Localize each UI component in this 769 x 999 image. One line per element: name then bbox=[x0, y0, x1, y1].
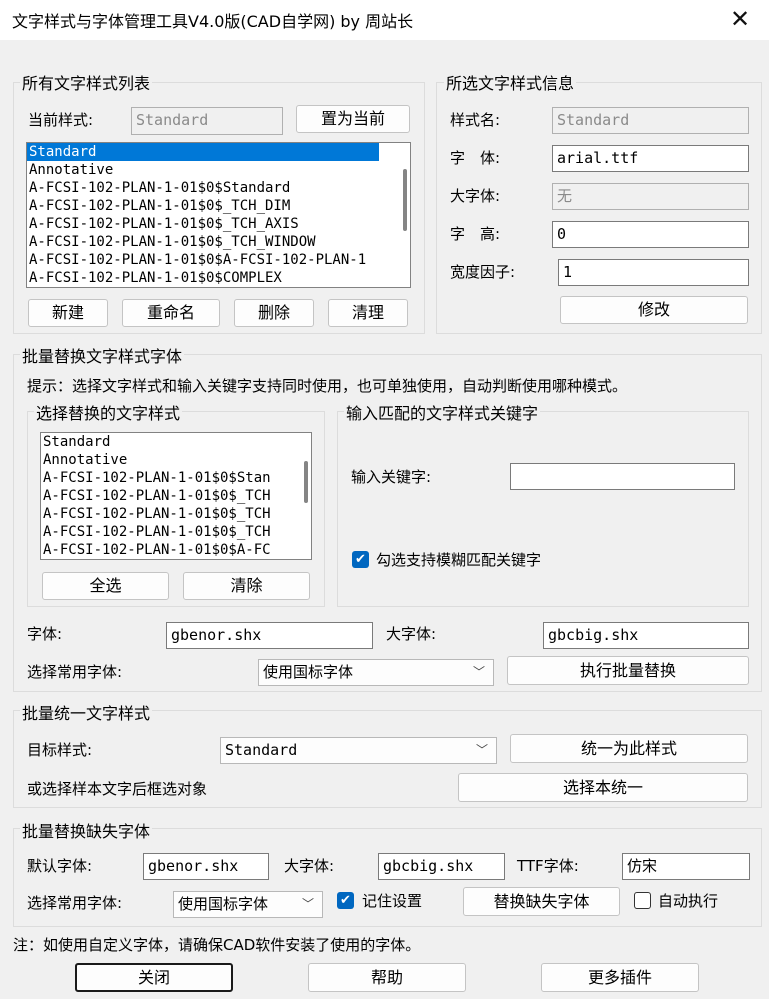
auto-execute-label: 自动执行 bbox=[658, 892, 719, 910]
purge-styles-button[interactable]: 清理 bbox=[328, 299, 408, 327]
chevron-down-icon: ﹀ bbox=[301, 897, 314, 911]
list-item[interactable]: A-FCSI-102-PLAN-1-01$0$A-FCSI-102-PLAN-1 bbox=[27, 251, 384, 269]
list-item[interactable]: A-FCSI-102-PLAN-1-01$0$_TCH_DIM bbox=[27, 197, 379, 215]
set-current-button[interactable]: 置为当前 bbox=[296, 105, 410, 133]
new-style-button[interactable]: 新建 bbox=[28, 299, 108, 327]
list-item[interactable]: A-FCSI-102-PLAN-1-01$0$COMPLEX bbox=[27, 269, 384, 287]
keyword-input[interactable] bbox=[510, 463, 735, 490]
auto-execute-checkbox[interactable] bbox=[634, 892, 651, 909]
close-button[interactable]: 关闭 bbox=[75, 963, 233, 992]
remember-settings-checkbox[interactable]: ✔ bbox=[337, 892, 354, 909]
width-factor-field[interactable]: 1 bbox=[558, 259, 749, 286]
replace-missing-font-button[interactable]: 替换缺失字体 bbox=[463, 887, 620, 916]
help-button[interactable]: 帮助 bbox=[308, 963, 466, 992]
list-item[interactable]: A-FCSI-102-PLAN-1-01$0$_TCH bbox=[41, 487, 287, 505]
remember-settings-label: 记住设置 bbox=[362, 892, 423, 910]
default-font-field[interactable]: gbenor.shx bbox=[143, 853, 269, 880]
batch-replace-hint: 提示：选择文字样式和输入关键字支持同时使用，也可单独使用，自动判断使用哪种模式。 bbox=[27, 377, 628, 395]
keyword-label: 输入关键字: bbox=[351, 468, 432, 486]
bigfont-field: 无 bbox=[552, 183, 749, 210]
or-select-sample-label: 或选择样本文字后框选对象 bbox=[27, 780, 208, 798]
ttf-font-field[interactable]: 仿宋 bbox=[622, 853, 750, 880]
missing-bigfont-label: 大字体: bbox=[284, 857, 335, 875]
font-field[interactable]: arial.ttf bbox=[552, 145, 749, 172]
fuzzy-match-label: 勾选支持模糊匹配关键字 bbox=[376, 551, 542, 569]
list-item[interactable]: A-FCSI-102-PLAN-1-01$0$Stan bbox=[41, 469, 287, 487]
target-style-dropdown[interactable]: Standard ﹀ bbox=[220, 737, 497, 764]
list-item[interactable]: Standard bbox=[27, 143, 379, 161]
list-item[interactable]: Standard bbox=[41, 433, 287, 451]
keyword-group bbox=[337, 411, 749, 607]
height-label: 字 高: bbox=[450, 225, 501, 243]
default-font-label: 默认字体: bbox=[27, 857, 93, 875]
listbox-scrollbar[interactable] bbox=[304, 461, 308, 503]
clear-selection-button[interactable]: 清除 bbox=[183, 572, 310, 600]
fuzzy-match-checkbox[interactable]: ✔ bbox=[352, 551, 369, 568]
delete-style-button[interactable]: 删除 bbox=[234, 299, 314, 327]
select-styles-group-label: 选择替换的文字样式 bbox=[34, 400, 183, 424]
current-style-field: Standard bbox=[131, 107, 283, 135]
select-all-button[interactable]: 全选 bbox=[42, 572, 169, 600]
footer-note: 注：如使用自定义字体，请确保CAD软件安装了使用的字体。 bbox=[13, 936, 421, 954]
target-style-label: 目标样式: bbox=[27, 741, 93, 759]
replace-bigfont-label: 大字体: bbox=[386, 625, 437, 643]
all-styles-group-label: 所有文字样式列表 bbox=[20, 70, 153, 94]
missing-common-font-label: 选择常用字体: bbox=[27, 894, 123, 912]
list-item[interactable]: Annotative bbox=[27, 161, 379, 179]
modify-button[interactable]: 修改 bbox=[560, 296, 748, 324]
replace-font-label: 字体: bbox=[27, 625, 63, 643]
list-item[interactable]: A-FCSI-102-PLAN-1-01$0$_TCH_WINDOW bbox=[27, 233, 379, 251]
missing-bigfont-field[interactable]: gbcbig.shx bbox=[378, 853, 505, 880]
height-field[interactable]: 0 bbox=[552, 221, 749, 248]
window-title: 文字样式与字体管理工具V4.0版(CAD自学网) by 周站长 bbox=[12, 12, 414, 31]
common-font-dropdown[interactable]: 使用国标字体 ﹀ bbox=[258, 659, 494, 686]
list-item[interactable]: A-FCSI-102-PLAN-1-01$0$Standard bbox=[27, 179, 379, 197]
list-item[interactable]: A-FCSI-102-PLAN-1-01$0$_TCH bbox=[41, 523, 287, 541]
replace-styles-listbox[interactable]: Standard Annotative A-FCSI-102-PLAN-1-01… bbox=[40, 432, 312, 560]
list-item[interactable]: A-FCSI-102-PLAN-1-01$0$A-FC bbox=[41, 541, 287, 559]
bigfont-label: 大字体: bbox=[450, 187, 501, 205]
chevron-down-icon: ﹀ bbox=[475, 743, 488, 757]
replace-bigfont-field[interactable]: gbcbig.shx bbox=[543, 622, 749, 649]
list-item[interactable]: Annotative bbox=[41, 451, 287, 469]
current-style-label: 当前样式: bbox=[28, 111, 94, 129]
more-plugins-button[interactable]: 更多插件 bbox=[541, 963, 699, 992]
list-item[interactable]: A-FCSI-102-PLAN-1-01$0$_TCH_AXIS bbox=[27, 215, 379, 233]
rename-style-button[interactable]: 重命名 bbox=[122, 299, 220, 327]
list-item[interactable]: A-FCSI-102-PLAN-1-01$0$_TCH bbox=[41, 505, 287, 523]
close-icon[interactable]: ✕ bbox=[725, 4, 755, 34]
listbox-scrollbar[interactable] bbox=[403, 169, 407, 231]
unify-group-label: 批量统一文字样式 bbox=[20, 700, 153, 724]
ttf-font-label: TTF字体: bbox=[517, 857, 579, 875]
execute-batch-replace-button[interactable]: 执行批量替换 bbox=[507, 656, 749, 685]
missing-common-font-value: 使用国标字体 bbox=[178, 895, 269, 913]
missing-common-font-dropdown[interactable]: 使用国标字体 ﹀ bbox=[173, 891, 323, 918]
common-font-label: 选择常用字体: bbox=[27, 663, 123, 681]
missing-font-group-label: 批量替换缺失字体 bbox=[20, 818, 153, 842]
batch-replace-group-label: 批量替换文字样式字体 bbox=[20, 343, 185, 367]
font-label: 字 体: bbox=[450, 149, 501, 167]
chevron-down-icon: ﹀ bbox=[472, 665, 485, 679]
select-sample-button[interactable]: 选择本统一 bbox=[458, 773, 748, 802]
replace-font-field[interactable]: gbenor.shx bbox=[166, 622, 373, 649]
width-factor-label: 宽度因子: bbox=[450, 263, 516, 281]
common-font-value: 使用国标字体 bbox=[263, 663, 354, 681]
target-style-value: Standard bbox=[225, 741, 298, 759]
style-name-label: 样式名: bbox=[450, 111, 501, 129]
style-info-group-label: 所选文字样式信息 bbox=[444, 70, 577, 94]
keyword-group-label: 输入匹配的文字样式关键字 bbox=[344, 400, 541, 424]
style-name-field: Standard bbox=[552, 107, 749, 134]
unify-style-button[interactable]: 统一为此样式 bbox=[510, 734, 748, 763]
all-styles-listbox[interactable]: Standard Annotative A-FCSI-102-PLAN-1-01… bbox=[26, 142, 411, 288]
